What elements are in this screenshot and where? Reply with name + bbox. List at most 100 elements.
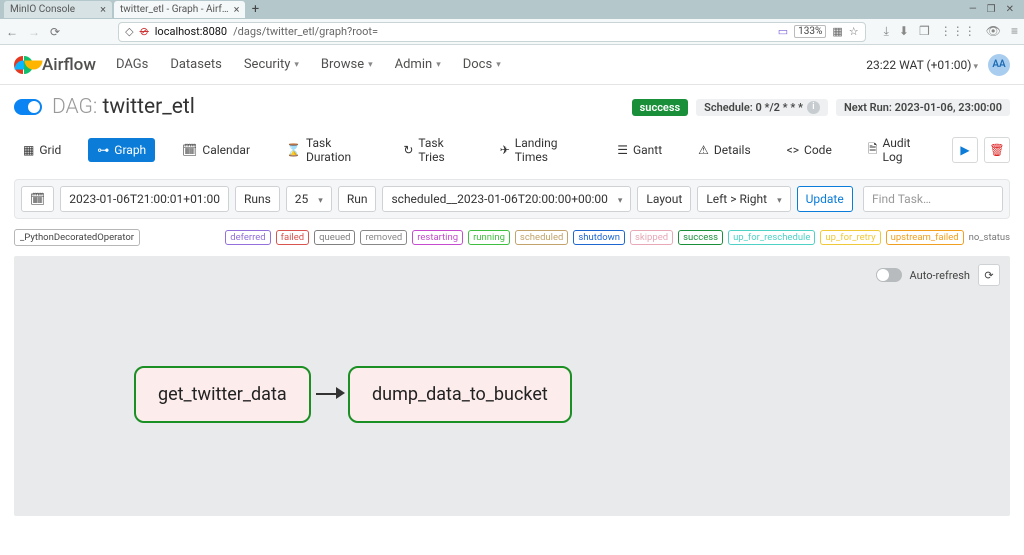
- tab-code[interactable]: <>Code: [778, 138, 841, 162]
- tab-title: twitter_etl - Graph - Airf…: [120, 4, 229, 15]
- run-select[interactable]: scheduled__2023-01-06T20:00:00+00:00: [382, 186, 631, 212]
- tab-label: Landing Times: [515, 136, 581, 164]
- update-button[interactable]: Update: [797, 186, 853, 212]
- task-node[interactable]: get_twitter_data: [134, 366, 311, 423]
- status-deferred[interactable]: deferred: [225, 230, 270, 245]
- nav-dags[interactable]: DAGs: [116, 57, 148, 72]
- reload-icon[interactable]: ⟳: [50, 25, 60, 39]
- qr-icon[interactable]: ▦: [832, 25, 842, 38]
- runs-select[interactable]: 25: [286, 186, 332, 212]
- bookmark-icon[interactable]: ☆: [849, 25, 859, 38]
- hourglass-icon: ⌛: [286, 143, 301, 157]
- reader-icon[interactable]: ▭: [778, 25, 788, 38]
- tab-title: MinIO Console: [10, 4, 75, 15]
- browser-tab[interactable]: MinIO Console ×: [4, 1, 112, 18]
- date-picker[interactable]: 🗓: [21, 186, 54, 212]
- tab-audit-log[interactable]: 🗎Audit Log: [859, 131, 934, 169]
- clock-display[interactable]: 23:22 WAT (+01:00): [866, 58, 978, 72]
- task-node[interactable]: dump_data_to_bucket: [348, 366, 572, 423]
- menu-icon[interactable]: ≡: [1011, 24, 1018, 39]
- sync-icon[interactable]: ⤓: [884, 24, 889, 39]
- info-icon[interactable]: i: [807, 101, 820, 114]
- airflow-logo[interactable]: Airflow: [14, 55, 96, 75]
- extensions-icon[interactable]: ❒: [919, 24, 930, 39]
- calendar-icon: 🗓: [182, 143, 197, 157]
- status-shutdown[interactable]: shutdown: [573, 230, 625, 245]
- dag-title-row: DAG: twitter_etl success Schedule: 0 */2…: [0, 85, 1024, 123]
- next-run-badge: Next Run: 2023-01-06, 23:00:00: [836, 99, 1010, 116]
- code-icon: <>: [787, 143, 799, 157]
- status-skipped[interactable]: skipped: [630, 230, 673, 245]
- nav-security[interactable]: Security: [244, 57, 299, 72]
- schedule-badge[interactable]: Schedule: 0 */2 * * * i: [696, 99, 828, 116]
- close-window-icon[interactable]: ✕: [1006, 4, 1014, 15]
- close-icon[interactable]: ×: [234, 3, 240, 16]
- page-title: DAG: twitter_etl: [52, 95, 195, 119]
- status-running[interactable]: running: [468, 230, 510, 245]
- status-badge: success: [632, 99, 689, 116]
- grid-icon: ▦: [23, 143, 34, 157]
- tab-gantt[interactable]: ☰Gantt: [608, 138, 671, 162]
- url-host: localhost:8080: [155, 25, 227, 38]
- graph-canvas[interactable]: Auto-refresh ⟳ get_twitter_data dump_dat…: [14, 256, 1010, 516]
- new-tab-button[interactable]: +: [247, 2, 263, 17]
- download-icon[interactable]: ⬇: [899, 24, 909, 39]
- status-up_for_reschedule[interactable]: up_for_reschedule: [728, 230, 815, 245]
- status-upstream_failed[interactable]: upstream_failed: [886, 230, 964, 245]
- tab-details[interactable]: ⚠Details: [689, 138, 760, 162]
- apps-icon[interactable]: ⋮⋮⋮: [940, 24, 976, 39]
- forward-icon[interactable]: →: [28, 25, 40, 39]
- zoom-level[interactable]: 133%: [794, 25, 826, 38]
- auto-refresh-label: Auto-refresh: [910, 269, 970, 282]
- tab-grid[interactable]: ▦ Grid: [14, 138, 70, 162]
- tab-task-tries[interactable]: ↻Task Tries: [394, 131, 472, 169]
- airflow-header: Airflow DAGs Datasets Security Browse Ad…: [0, 45, 1024, 85]
- layout-value: Left > Right: [706, 192, 767, 206]
- tab-landing-times[interactable]: ✈Landing Times: [491, 131, 591, 169]
- date-value[interactable]: 2023-01-06T21:00:01+01:00: [60, 186, 229, 212]
- layout-select[interactable]: Left > Right: [697, 186, 790, 212]
- tab-label: Grid: [39, 143, 61, 157]
- tab-graph[interactable]: ⊶Graph: [88, 138, 155, 162]
- view-tabs: ▦ Grid ⊶Graph 🗓Calendar ⌛Task Duration ↻T…: [0, 123, 1024, 179]
- status-removed[interactable]: removed: [360, 230, 407, 245]
- run-label: Run: [338, 186, 377, 212]
- status-restarting[interactable]: restarting: [412, 230, 463, 245]
- main-nav: DAGs Datasets Security Browse Admin Docs: [116, 57, 501, 72]
- log-icon: 🗎: [868, 140, 878, 161]
- address-bar: ← → ⟳ ◇ ⊘ localhost:8080/dags/twitter_et…: [0, 19, 1024, 45]
- url-path: /dags/twitter_etl/graph?root=: [233, 25, 378, 38]
- nav-datasets[interactable]: Datasets: [170, 57, 222, 72]
- trigger-dag-button[interactable]: ▶: [952, 137, 978, 163]
- avatar[interactable]: AA: [988, 54, 1010, 76]
- dag-label: DAG:: [52, 95, 97, 119]
- warning-icon: ⚠: [698, 143, 709, 157]
- back-icon[interactable]: ←: [6, 25, 18, 39]
- status-up_for_retry[interactable]: up_for_retry: [820, 230, 880, 245]
- tries-icon: ↻: [403, 143, 413, 157]
- nav-docs[interactable]: Docs: [463, 57, 501, 72]
- schedule-text: Schedule: 0 */2 * * *: [704, 101, 803, 114]
- status-scheduled[interactable]: scheduled: [515, 230, 568, 245]
- dag-enable-toggle[interactable]: [14, 99, 42, 115]
- close-icon[interactable]: ×: [100, 3, 106, 16]
- tab-task-duration[interactable]: ⌛Task Duration: [277, 131, 376, 169]
- nav-browse[interactable]: Browse: [321, 57, 373, 72]
- window-controls: — ❐ ✕: [969, 4, 1020, 15]
- graph-controls: 🗓 2023-01-06T21:00:01+01:00 Runs 25 Run …: [14, 179, 1010, 219]
- nav-admin[interactable]: Admin: [395, 57, 441, 72]
- eye-icon[interactable]: 👁: [986, 24, 1001, 39]
- url-field[interactable]: ◇ ⊘ localhost:8080/dags/twitter_etl/grap…: [118, 22, 866, 42]
- browser-tab-active[interactable]: twitter_etl - Graph - Airf… ×: [114, 1, 245, 18]
- refresh-button[interactable]: ⟳: [978, 264, 1000, 286]
- status-success[interactable]: success: [678, 230, 723, 245]
- status-queued[interactable]: queued: [314, 230, 355, 245]
- tab-calendar[interactable]: 🗓Calendar: [173, 138, 259, 162]
- status-failed[interactable]: failed: [276, 230, 310, 245]
- auto-refresh-toggle[interactable]: [876, 268, 902, 282]
- minimize-icon[interactable]: —: [969, 4, 977, 15]
- maximize-icon[interactable]: ❐: [987, 4, 996, 15]
- delete-dag-button[interactable]: 🗑: [984, 137, 1010, 163]
- search-input[interactable]: Find Task…: [863, 186, 1003, 212]
- tab-label: Audit Log: [882, 136, 925, 164]
